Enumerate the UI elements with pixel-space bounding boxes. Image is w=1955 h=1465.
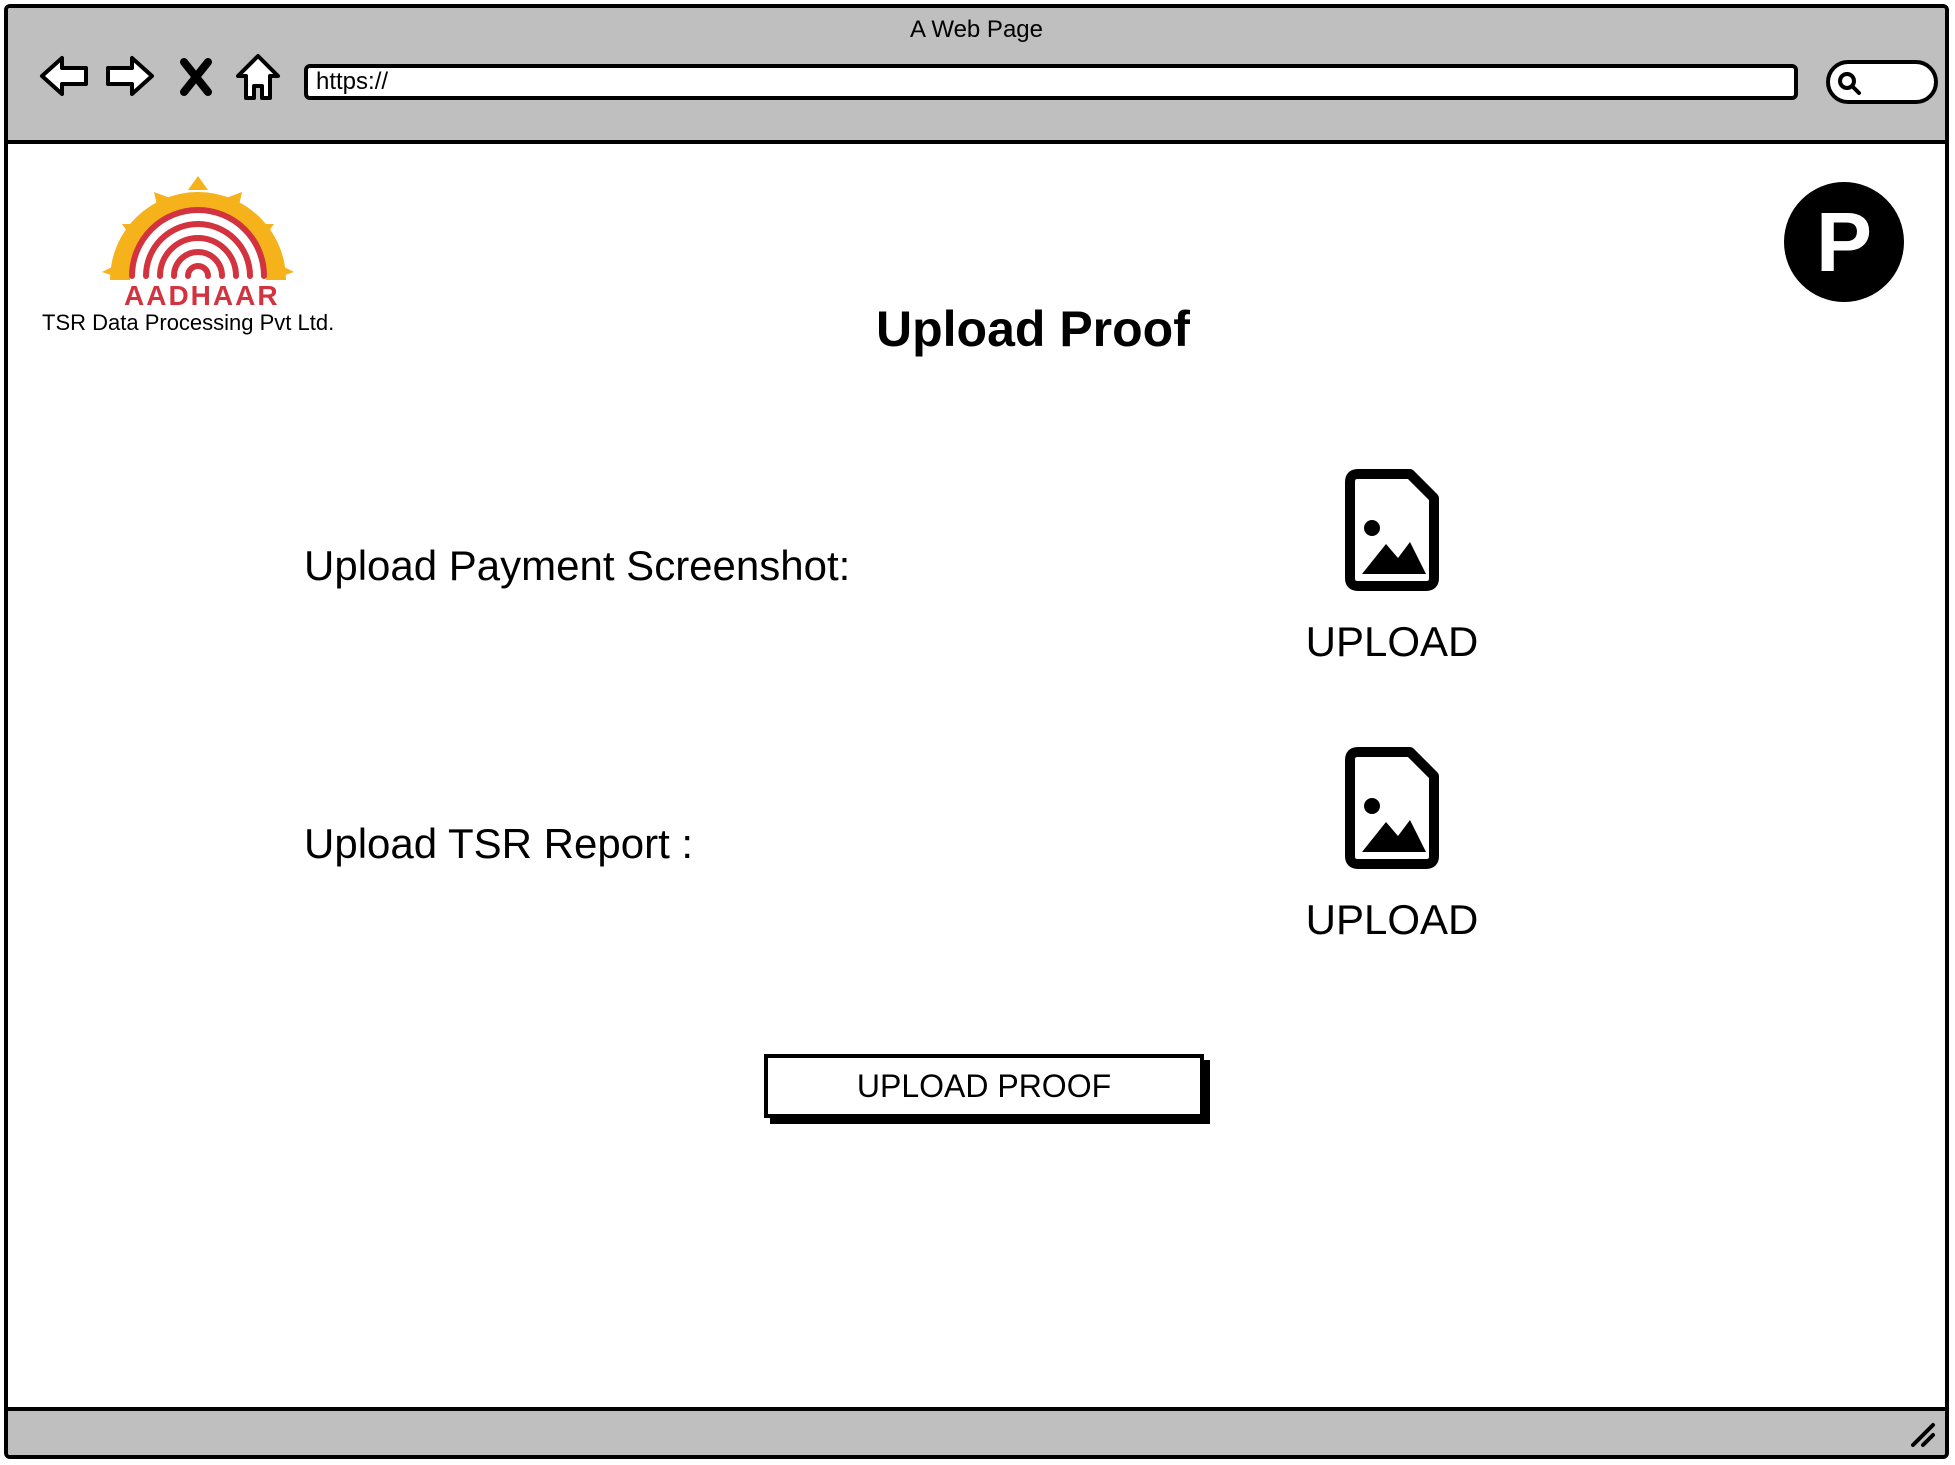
payment-screenshot-label: Upload Payment Screenshot: [304,542,851,589]
upload-label: UPLOAD [1305,896,1479,943]
window-title: A Web Page [910,16,1043,43]
image-file-icon [1345,747,1439,869]
image-file-icon [1345,469,1439,591]
company-name: TSR Data Processing Pvt Ltd. [42,310,335,335]
resize-grip-icon[interactable] [1907,1419,1937,1449]
home-icon[interactable] [230,48,286,104]
url-input[interactable]: https:// [304,64,1798,100]
upload-tsr-report-button[interactable]: UPLOAD [1292,746,1492,944]
search-icon [1836,70,1862,96]
forward-arrow-icon[interactable] [102,48,158,104]
search-box[interactable] [1826,60,1938,104]
browser-toolbar: A Web Page https:// [8,8,1945,144]
back-arrow-icon[interactable] [36,48,92,104]
logo-wordmark: AADHAAR [124,280,280,311]
page-title: Upload Proof [876,301,1190,357]
browser-window: A Web Page https:// AADHAAR TSR Data Pro… [4,4,1949,1459]
close-icon[interactable] [174,48,218,104]
upload-proof-button[interactable]: UPLOAD PROOF [764,1054,1204,1118]
upload-payment-screenshot-button[interactable]: UPLOAD [1292,468,1492,666]
browser-status-bar [8,1407,1945,1455]
upload-label: UPLOAD [1305,618,1479,665]
tsr-report-label: Upload TSR Report : [304,820,694,867]
profile-avatar[interactable]: P [1784,182,1904,302]
